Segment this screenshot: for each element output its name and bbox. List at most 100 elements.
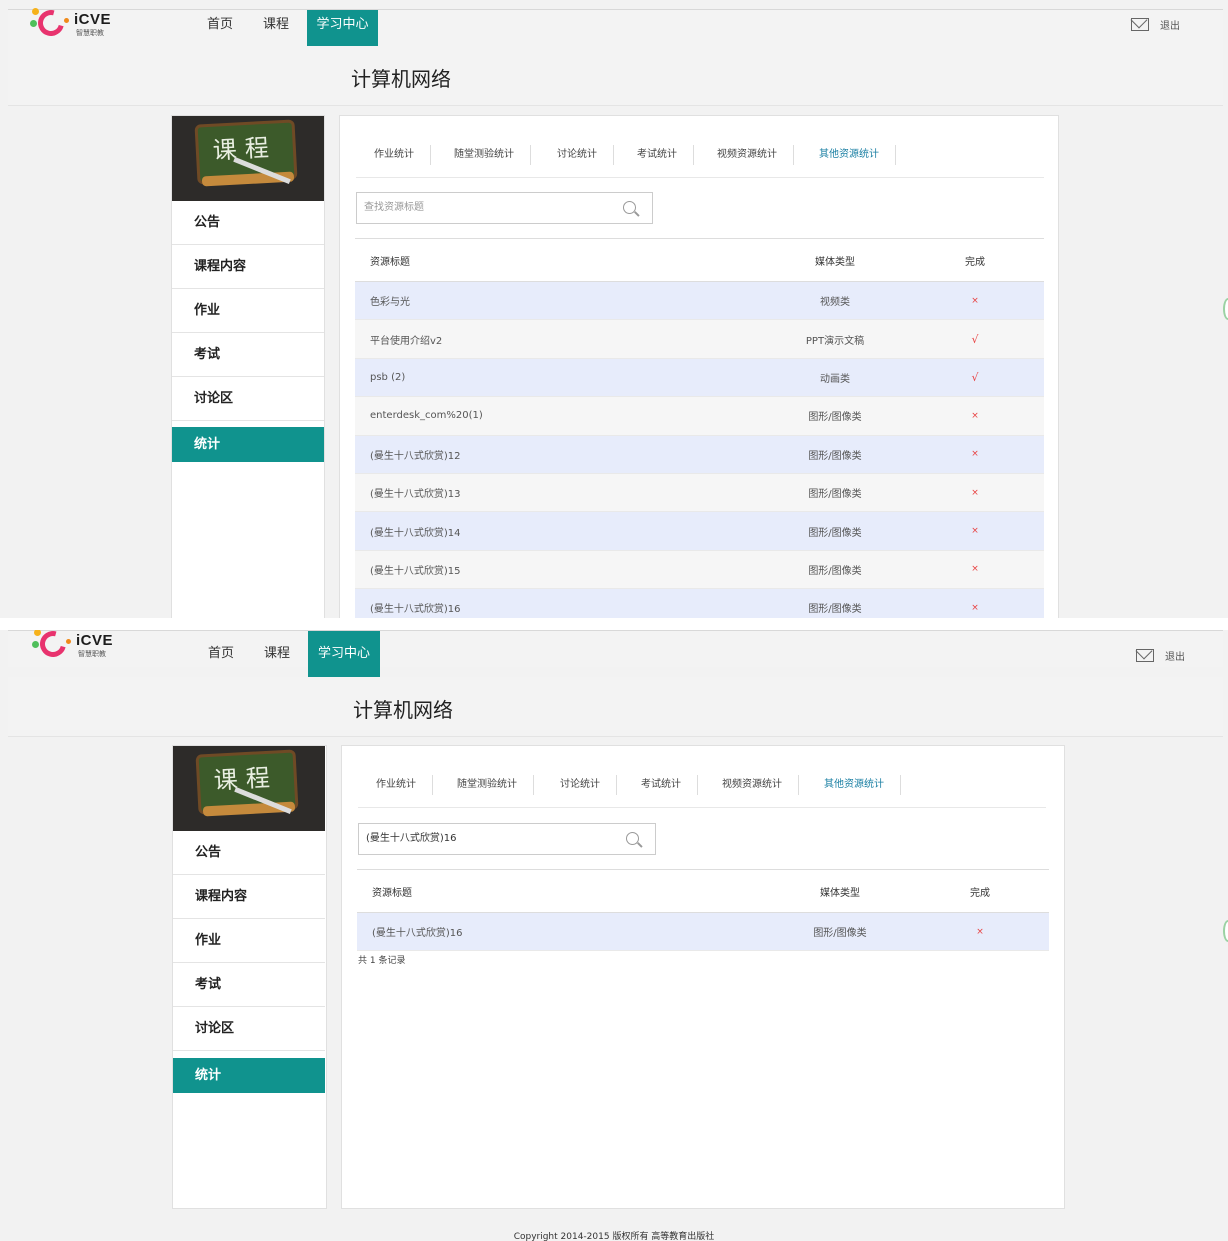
logo-e-icon [35, 630, 71, 662]
logo-dot-icon [64, 18, 69, 23]
row-type: 动画类 [820, 373, 850, 385]
incomplete-icon: × [971, 487, 979, 498]
row-type: 图形/图像类 [813, 928, 867, 940]
course-title-band: 计算机网络 [8, 677, 1223, 737]
tab-exam-stats[interactable]: 考试统计 [637, 145, 694, 165]
logout-link[interactable]: 退出 [1160, 17, 1180, 32]
table-row[interactable]: 色彩与光 视频类 × [355, 282, 1044, 321]
sidebar-item-course-content[interactable]: 课程内容 [173, 875, 325, 919]
statistics-card: 作业统计 随堂测验统计 讨论统计 考试统计 视频资源统计 其他资源统计 (曼生十… [341, 745, 1065, 1209]
mail-icon[interactable] [1131, 18, 1149, 31]
incomplete-icon: × [971, 564, 979, 575]
course-title-band: 计算机网络 [8, 46, 1223, 106]
column-done: 完成 [970, 887, 990, 899]
logout-link[interactable]: 退出 [1165, 648, 1185, 663]
footer-copyright: Copyright 2014-2015 版权所有 高等教育出版社 [513, 1232, 715, 1241]
table-row[interactable]: (曼生十八式欣赏)12 图形/图像类 × [355, 435, 1044, 474]
course-sidebar: 课程 公告 课程内容 作业 考试 讨论区 统计 [172, 745, 327, 1209]
nav-study-center[interactable]: 学习中心 [307, 10, 378, 47]
screenshot-panel-1: iCVE 智慧职教 首页 课程 学习中心 退出 计算机网络 课程 公告 课程内容… [0, 0, 1228, 618]
search-icon[interactable] [623, 201, 636, 214]
tab-homework-stats[interactable]: 作业统计 [374, 145, 431, 165]
tab-quiz-stats[interactable]: 随堂测验统计 [454, 145, 531, 165]
row-title: 色彩与光 [370, 297, 410, 309]
sidebar-item-statistics[interactable]: 统计 [173, 1058, 325, 1093]
sidebar-item-discussion[interactable]: 讨论区 [173, 1007, 325, 1051]
table-row[interactable]: (曼生十八式欣赏)16 图形/图像类 × [355, 589, 1044, 618]
logo-word: iCVE [76, 632, 114, 649]
tab-video-stats[interactable]: 视频资源统计 [722, 775, 799, 795]
row-type: 图形/图像类 [808, 450, 862, 462]
tab-exam-stats[interactable]: 考试统计 [641, 775, 698, 795]
sidebar-item-exam[interactable]: 考试 [173, 963, 325, 1007]
nav-courses[interactable]: 课程 [257, 631, 297, 668]
table-row[interactable]: enterdesk_com%20(1) 图形/图像类 × [355, 397, 1044, 436]
row-title: (曼生十八式欣赏)14 [370, 527, 461, 539]
search-icon[interactable] [626, 832, 639, 845]
floating-edge-button[interactable] [1223, 298, 1228, 320]
tab-discussion-stats[interactable]: 讨论统计 [560, 775, 617, 795]
row-type: 图形/图像类 [808, 489, 862, 501]
table-row[interactable]: (曼生十八式欣赏)16 图形/图像类 × [357, 913, 1049, 952]
logo-dot-icon [32, 641, 39, 648]
table-row[interactable]: psb (2) 动画类 √ [355, 358, 1044, 398]
column-done: 完成 [965, 256, 985, 268]
sidebar-item-homework[interactable]: 作业 [172, 289, 324, 333]
sidebar-item-statistics[interactable]: 统计 [172, 427, 324, 462]
row-title: (曼生十八式欣赏)16 [370, 604, 461, 616]
tab-other-resource-stats[interactable]: 其他资源统计 [819, 145, 896, 165]
table-row[interactable]: (曼生十八式欣赏)13 图形/图像类 × [355, 473, 1044, 513]
mail-icon[interactable] [1136, 649, 1154, 662]
sidebar-item-announcement[interactable]: 公告 [172, 201, 324, 245]
tab-discussion-stats[interactable]: 讨论统计 [557, 145, 614, 165]
row-title: (曼生十八式欣赏)16 [372, 928, 463, 940]
row-type: 图形/图像类 [808, 565, 862, 577]
incomplete-icon: × [971, 602, 979, 613]
row-title: enterdesk_com%20(1) [370, 410, 483, 422]
incomplete-icon: × [976, 926, 984, 937]
table-row[interactable]: (曼生十八式欣赏)14 图形/图像类 × [355, 512, 1044, 551]
incomplete-icon: × [971, 295, 979, 306]
row-title: 平台使用介绍v2 [370, 335, 443, 347]
row-type: 图形/图像类 [808, 412, 862, 424]
row-type: PPT演示文稿 [805, 335, 865, 347]
logo-dot-icon [32, 8, 39, 15]
tab-quiz-stats[interactable]: 随堂测验统计 [457, 775, 534, 795]
tab-video-stats[interactable]: 视频资源统计 [717, 145, 794, 165]
sidebar-item-course-content[interactable]: 课程内容 [172, 245, 324, 289]
nav-home[interactable]: 首页 [201, 631, 241, 668]
logo-dot-icon [34, 630, 41, 636]
sidebar-item-exam[interactable]: 考试 [172, 333, 324, 377]
resource-table: 资源标题 媒体类型 完成 色彩与光 视频类 × 平台使用介绍v2 PPT演示文稿… [355, 238, 1044, 618]
course-cover-image: 课程 [173, 746, 325, 831]
row-type: 视频类 [820, 297, 850, 309]
complete-check-icon: √ [971, 332, 979, 346]
resource-table: 资源标题 媒体类型 完成 (曼生十八式欣赏)16 图形/图像类 × [357, 869, 1049, 952]
column-media-type: 媒体类型 [815, 256, 855, 268]
top-navbar: iCVE 智慧职教 首页 课程 学习中心 退出 [8, 630, 1223, 678]
row-type: 图形/图像类 [808, 527, 862, 539]
icve-logo[interactable]: iCVE 智慧职教 [32, 630, 122, 662]
table-row[interactable]: (曼生十八式欣赏)15 图形/图像类 × [355, 550, 1044, 590]
nav-home[interactable]: 首页 [200, 10, 240, 47]
column-title: 资源标题 [370, 256, 410, 268]
table-row[interactable]: 平台使用介绍v2 PPT演示文稿 √ [355, 320, 1044, 359]
nav-study-center[interactable]: 学习中心 [308, 631, 380, 678]
sidebar-item-announcement[interactable]: 公告 [173, 831, 325, 875]
statistics-card: 作业统计 随堂测验统计 讨论统计 考试统计 视频资源统计 其他资源统计 查找资源… [339, 115, 1059, 618]
stats-tabs: 作业统计 随堂测验统计 讨论统计 考试统计 视频资源统计 其他资源统计 [358, 775, 1046, 795]
nav-courses[interactable]: 课程 [256, 10, 296, 47]
icve-logo[interactable]: iCVE 智慧职教 [30, 5, 120, 41]
resource-search-input[interactable]: (曼生十八式欣赏)16 [358, 823, 656, 855]
sidebar-item-homework[interactable]: 作业 [173, 919, 325, 963]
table-header: 资源标题 媒体类型 完成 [355, 239, 1044, 282]
tab-homework-stats[interactable]: 作业统计 [376, 775, 433, 795]
row-title: (曼生十八式欣赏)13 [370, 489, 461, 501]
table-header: 资源标题 媒体类型 完成 [357, 870, 1049, 913]
logo-dot-icon [30, 20, 37, 27]
tab-other-resource-stats[interactable]: 其他资源统计 [824, 775, 901, 795]
sidebar-item-discussion[interactable]: 讨论区 [172, 377, 324, 421]
floating-edge-button[interactable] [1223, 920, 1228, 942]
logo-subtitle: 智慧职教 [78, 650, 106, 658]
resource-search-input[interactable]: 查找资源标题 [356, 192, 653, 224]
